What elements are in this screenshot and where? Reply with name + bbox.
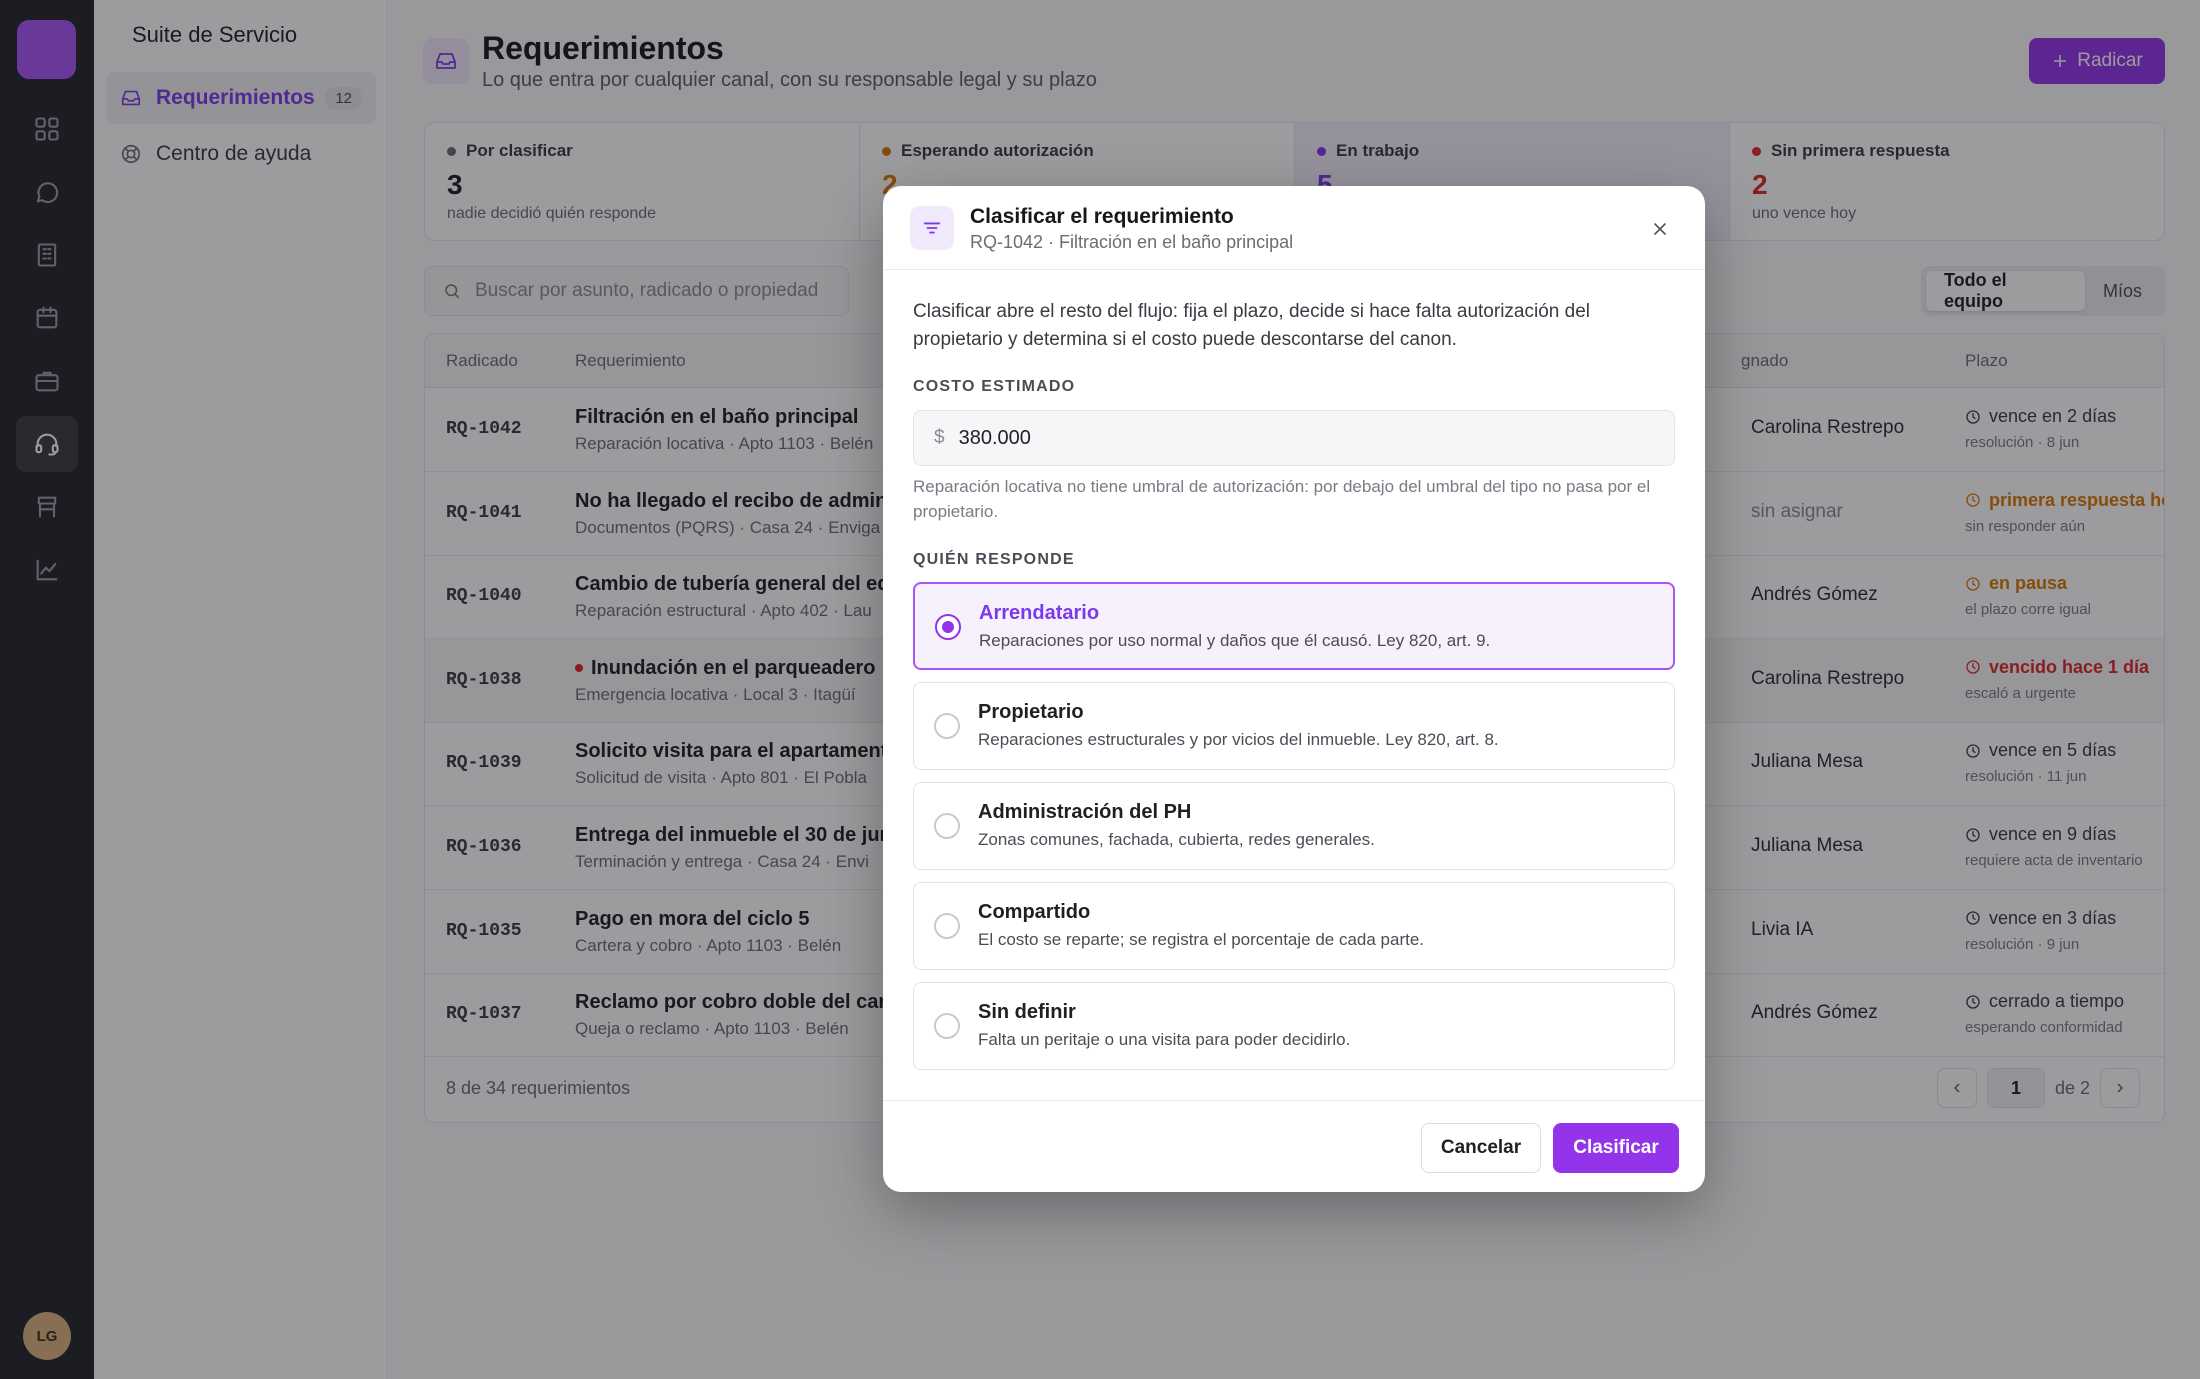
option-description: Falta un peritaje o una visita para pode…	[978, 1030, 1351, 1049]
option-description: Zonas comunes, fachada, cubierta, redes …	[978, 830, 1375, 849]
option-title: Propietario	[978, 701, 1084, 723]
radio-button[interactable]	[934, 813, 960, 839]
option-title: Compartido	[978, 901, 1091, 923]
radio-button[interactable]	[934, 713, 960, 739]
close-icon	[1654, 223, 1666, 235]
cost-input[interactable]: $ 380.000	[913, 410, 1675, 466]
responder-option[interactable]: Propietario Reparaciones estructurales y …	[913, 682, 1675, 770]
filter-icon	[910, 206, 954, 250]
option-title: Arrendatario	[979, 602, 1100, 624]
radio-button[interactable]	[934, 1013, 960, 1039]
dialog-title: Clasificar el requerimiento	[970, 205, 1234, 228]
cancel-button[interactable]: Cancelar	[1421, 1123, 1541, 1173]
radio-button[interactable]	[934, 913, 960, 939]
currency-symbol: $	[934, 427, 945, 448]
responder-option[interactable]: Arrendatario Reparaciones por uso normal …	[913, 582, 1675, 670]
classify-button[interactable]: Clasificar	[1553, 1123, 1679, 1173]
close-button[interactable]	[1641, 210, 1679, 248]
cost-value: 380.000	[958, 426, 1031, 449]
radio-button[interactable]	[935, 614, 961, 640]
responder-option[interactable]: Administración del PH Zonas comunes, fach…	[913, 782, 1675, 870]
responder-option[interactable]: Compartido El costo se reparte; se regist…	[913, 882, 1675, 970]
option-title: Sin definir	[978, 1001, 1076, 1023]
cost-label: COSTO ESTIMADO	[913, 378, 1076, 395]
classify-dialog: Clasificar el requerimiento RQ-1042 · Fi…	[883, 186, 1705, 1192]
dialog-subtitle: RQ-1042 · Filtración en el baño principa…	[970, 232, 1294, 252]
dialog-footer: Cancelar Clasificar	[883, 1100, 1705, 1192]
responder-option[interactable]: Sin definir Falta un peritaje o una visit…	[913, 982, 1675, 1070]
dialog-intro: Clasificar abre el resto del flujo: fija…	[913, 301, 1590, 350]
option-description: Reparaciones estructurales y por vicios …	[978, 730, 1499, 749]
dialog-header: Clasificar el requerimiento RQ-1042 · Fi…	[883, 186, 1705, 270]
who-responds-label: QUIÉN RESPONDE	[913, 551, 1075, 568]
option-description: Reparaciones por uso normal y daños que …	[979, 631, 1491, 650]
option-description: El costo se reparte; se registra el porc…	[978, 930, 1425, 949]
cost-help: Reparación locativa no tiene umbral de a…	[913, 477, 1651, 521]
option-title: Administración del PH	[978, 801, 1192, 823]
